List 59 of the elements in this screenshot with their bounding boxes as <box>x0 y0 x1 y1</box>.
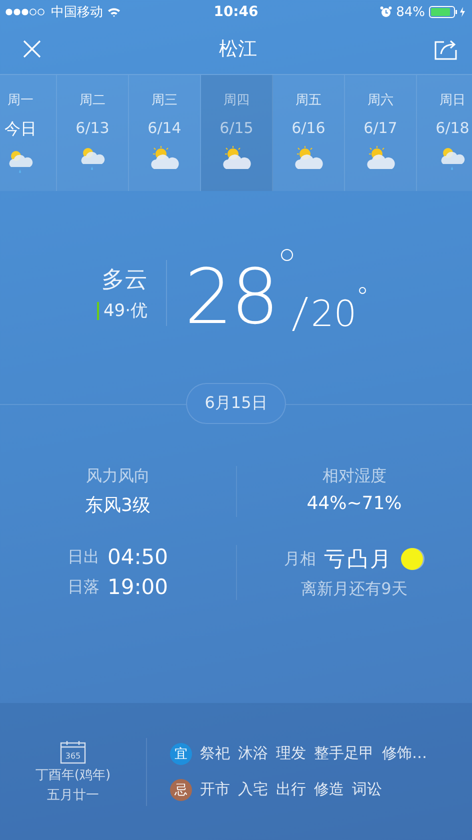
sun-cloud-icon <box>222 145 252 171</box>
wind-label: 风力风向 <box>86 466 150 487</box>
almanac-activity: 祭祀 <box>200 744 230 763</box>
almanac-activity: 词讼 <box>352 780 382 799</box>
sun-cloud-rain-icon <box>6 148 34 174</box>
close-button[interactable] <box>22 39 42 59</box>
battery-icon <box>428 6 467 18</box>
almanac-activity: 开市 <box>200 780 230 799</box>
degree-icon <box>281 249 294 261</box>
almanac-badge: 宜 <box>170 742 192 764</box>
sunset-label: 日落 <box>67 576 100 598</box>
date-pill: 6月15日 <box>186 383 286 424</box>
sun-cloud-icon <box>366 145 396 171</box>
city-title: 松江 <box>219 37 257 62</box>
almanac-activity: 修造 <box>314 780 344 799</box>
day-tab[interactable]: 周一 今日 <box>0 75 57 191</box>
calendar-icon: 365 <box>60 740 86 764</box>
low-temperature: 20 <box>310 297 357 333</box>
lunar-date: 五月廿一 <box>47 786 99 804</box>
sun-cloud-rain-icon <box>438 145 466 171</box>
weather-condition: 多云 <box>102 266 148 295</box>
air-quality: 49·优 <box>103 300 148 322</box>
almanac-activity: 入宅 <box>238 780 268 799</box>
day-tab[interactable]: 周五 6/16 <box>273 75 345 191</box>
sun-cloud-icon <box>150 145 180 171</box>
wind-value: 东风3级 <box>85 494 150 517</box>
moon-icon <box>400 546 425 572</box>
almanac-activity: 修饰… <box>382 744 427 763</box>
new-moon-countdown: 离新月还有9天 <box>301 579 408 600</box>
day-tab[interactable]: 周六 6/17 <box>345 75 417 191</box>
share-button[interactable] <box>434 38 458 60</box>
clock-time: 10:46 <box>214 4 258 20</box>
day-tab[interactable]: 周四 6/15 <box>201 75 273 191</box>
almanac-activity: 整手足甲 <box>314 744 374 763</box>
sun-cloud-icon <box>294 145 324 171</box>
almanac-activity: 出行 <box>276 780 306 799</box>
sunrise-label: 日出 <box>67 546 100 568</box>
degree-icon <box>358 287 366 294</box>
sun-cloud-rain-icon <box>78 145 106 171</box>
almanac-activity: 沐浴 <box>238 744 268 763</box>
alarm-icon <box>380 6 392 18</box>
wifi-icon <box>107 7 121 17</box>
day-tab[interactable]: 周二 6/13 <box>57 75 129 191</box>
sunset-time: 19:00 <box>107 575 168 599</box>
battery-percent: 84% <box>396 4 425 20</box>
humidity-value: 44%~71% <box>306 493 402 514</box>
moon-phase: 亏凸月 <box>324 546 393 573</box>
humidity-label: 相对湿度 <box>322 466 386 487</box>
almanac-activity: 理发 <box>276 744 306 763</box>
almanac-badge: 忌 <box>170 778 192 800</box>
moon-label: 月相 <box>284 548 316 570</box>
lunar-year: 丁酉年(鸡年) <box>35 766 111 784</box>
day-tab[interactable]: 周日 6/18 <box>417 75 472 191</box>
aqi-indicator <box>97 302 100 320</box>
sunrise-time: 04:50 <box>107 545 168 569</box>
day-tab[interactable]: 周三 6/14 <box>129 75 201 191</box>
signal-icon <box>5 8 47 16</box>
high-temperature: 28 <box>184 261 278 333</box>
carrier-name: 中国移动 <box>51 4 103 21</box>
